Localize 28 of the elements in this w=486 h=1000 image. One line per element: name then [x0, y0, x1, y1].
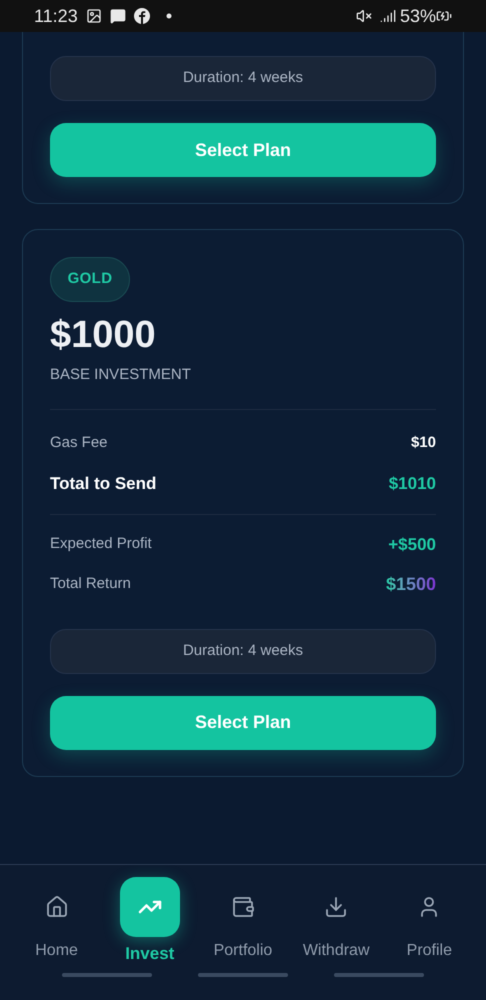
duration-pill: Duration: 4 weeks — [50, 56, 436, 101]
row-value: $10 — [410, 433, 436, 454]
battery-percent: 53% — [400, 4, 436, 28]
download-icon — [324, 895, 348, 919]
mute-icon — [356, 8, 372, 24]
nav-tab[interactable]: Withdraw — [293, 877, 380, 973]
image-icon — [86, 8, 102, 24]
nav-tab[interactable]: Home — [14, 877, 100, 973]
amount-label: BASE INVESTMENT — [50, 365, 192, 385]
wallet-icon — [230, 895, 255, 919]
circle-f-icon — [134, 8, 150, 24]
nav-tab[interactable]: Profile — [386, 877, 472, 973]
nav-tab[interactable]: Portfolio — [200, 877, 286, 973]
row-label: Gas Fee — [50, 433, 108, 454]
nav-tab[interactable]: Invest — [106, 877, 193, 973]
row-value: $1010 — [388, 472, 436, 495]
message-icon — [110, 8, 126, 24]
row-value: +$500 — [388, 534, 436, 556]
row-label: Total Return — [50, 574, 131, 594]
dot-icon — [166, 13, 172, 19]
plan-amount: $1000 — [50, 313, 157, 358]
tier-badge: GOLD — [50, 257, 130, 302]
status-time: 11:23 — [34, 4, 78, 28]
row-label: Expected Profit — [50, 534, 152, 554]
duration-pill: Duration: 4 weeks — [50, 628, 436, 674]
row-label: Total to Send — [50, 472, 156, 495]
home-icon — [44, 895, 69, 919]
signal-icon — [380, 8, 396, 24]
